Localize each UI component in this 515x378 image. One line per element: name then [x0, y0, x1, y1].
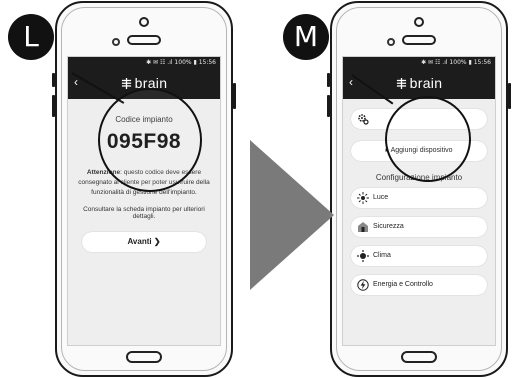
category-security[interactable]: Sicurezza	[351, 217, 487, 237]
camera-icon	[139, 17, 149, 27]
category-climate[interactable]: Clima	[351, 246, 487, 266]
step-badge-l: L	[8, 14, 54, 60]
magnifier-code	[98, 88, 202, 192]
security-icon	[358, 222, 368, 232]
speaker-grille	[402, 35, 436, 45]
energy-icon	[357, 279, 369, 291]
volume-button	[52, 95, 55, 117]
details-note: Consultare la scheda impianto per ulteri…	[83, 206, 205, 220]
status-bar: ✱ ✉ ☷ .ıl 100% ▮ 15:56	[68, 57, 220, 69]
volume-button	[327, 95, 330, 117]
instruction-illustration: ✱ ✉ ☷ .ıl 100% ▮ 15:56 ‹ brain Codice im…	[0, 0, 515, 378]
magnifier-device	[385, 96, 471, 182]
light-icon	[357, 192, 369, 204]
category-label: Energia e Controllo	[373, 281, 433, 288]
home-button[interactable]	[401, 351, 437, 363]
volume-button	[52, 73, 55, 87]
camera-icon	[414, 17, 424, 27]
sensor-icon	[112, 38, 120, 46]
climate-icon	[357, 250, 369, 262]
next-button[interactable]: Avanti ❯	[82, 232, 206, 252]
sensor-icon	[387, 38, 395, 46]
power-button	[508, 83, 511, 109]
category-energy[interactable]: Energia e Controllo	[351, 275, 487, 295]
brain-logo-icon	[121, 78, 131, 89]
speaker-grille	[127, 35, 161, 45]
category-label: Luce	[373, 194, 389, 201]
category-label: Clima	[373, 252, 391, 259]
category-label: Sicurezza	[373, 223, 404, 230]
power-button	[233, 83, 236, 109]
step-badge-m: M	[283, 14, 329, 60]
brain-logo-icon	[396, 78, 406, 89]
phone-right: ✱ ✉ ☷ .ıl 100% ▮ 15:56 ‹ brain ▸ Aggiung…	[327, 1, 511, 377]
logo-text: brain	[409, 75, 443, 91]
home-button[interactable]	[126, 351, 162, 363]
status-bar: ✱ ✉ ☷ .ıl 100% ▮ 15:56	[343, 57, 495, 69]
gear-icon	[358, 114, 369, 125]
category-light[interactable]: Luce	[351, 188, 487, 208]
next-step-arrow-icon	[250, 140, 334, 290]
volume-button	[327, 73, 330, 87]
